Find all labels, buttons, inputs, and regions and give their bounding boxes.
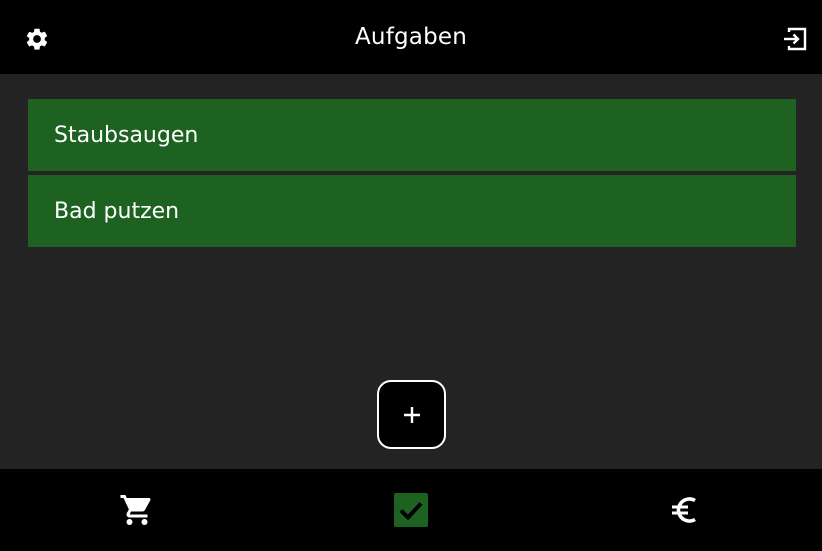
task-item[interactable]: Bad putzen	[28, 175, 796, 247]
task-item[interactable]: Staubsaugen	[28, 99, 796, 171]
task-list: Staubsaugen Bad putzen	[28, 99, 796, 247]
add-task-button[interactable]	[377, 380, 446, 449]
page-title: Aufgaben	[354, 24, 468, 50]
nav-shopping-button[interactable]	[0, 469, 274, 551]
logout-icon	[784, 27, 807, 51]
bottom-navigation	[0, 469, 822, 551]
app-window: Aufgaben Staubsaugen Bad putzen	[0, 0, 822, 551]
nav-finance-button[interactable]	[548, 469, 822, 551]
top-bar: Aufgaben	[0, 0, 822, 74]
checkbox-checked-icon	[394, 493, 428, 527]
logout-button[interactable]	[782, 26, 808, 52]
task-label: Staubsaugen	[54, 122, 199, 148]
plus-icon	[403, 406, 420, 423]
euro-icon	[672, 497, 696, 523]
shopping-cart-icon	[120, 495, 151, 525]
nav-tasks-button[interactable]	[274, 469, 548, 551]
task-label: Bad putzen	[54, 198, 180, 224]
